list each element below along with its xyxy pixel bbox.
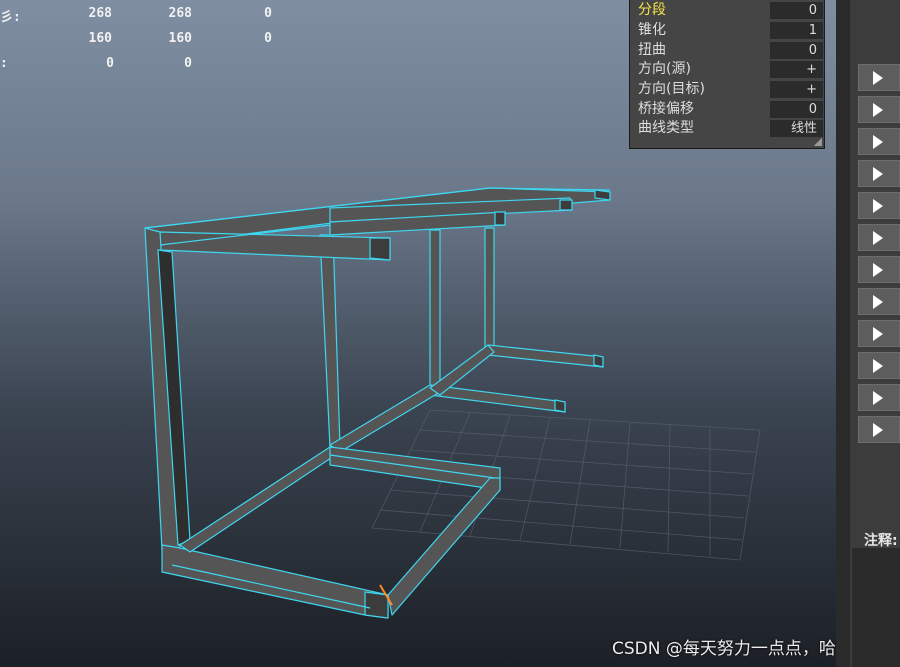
attr-row-taper: 锥化 1 — [634, 21, 823, 40]
attr-value-field[interactable]: 线性 — [770, 120, 823, 137]
attr-label: 扭曲 — [638, 42, 666, 58]
top-frame — [144, 187, 611, 261]
attr-label: 桥接偏移 — [638, 101, 694, 117]
expand-arrow-icon[interactable] — [858, 192, 900, 219]
attr-row-curve-type: 曲线类型 线性 — [634, 119, 823, 138]
expand-arrow-icon[interactable] — [858, 128, 900, 155]
hud-label: : — [0, 56, 8, 71]
attr-value-field[interactable]: + — [770, 81, 823, 98]
attr-label: 方向(源) — [638, 61, 691, 77]
bridge-attributes-panel: 分段 0 锥化 1 扭曲 0 方向(源) + 方向(目标) + 桥接偏移 0 曲… — [629, 0, 825, 149]
viewport-3d[interactable]: .f { fill:#555; stroke:#3fd6f0; stroke-w… — [0, 0, 836, 667]
attr-row-twist: 扭曲 0 — [634, 41, 823, 60]
attr-label: 锥化 — [638, 22, 666, 38]
back-bottom-rails — [329, 344, 604, 453]
attr-label: 分段 — [638, 2, 666, 18]
expand-arrow-icon[interactable] — [858, 288, 900, 315]
attr-label: 方向(目标) — [638, 81, 705, 97]
panel-divider[interactable] — [836, 0, 850, 667]
hud-row: 彡: 268 268 0 — [0, 6, 300, 25]
notes-label: 注释: — [864, 533, 898, 549]
ground-grid — [371, 409, 761, 561]
hud-row: 160 160 0 — [0, 31, 300, 49]
expand-arrow-icon[interactable] — [858, 96, 900, 123]
notes-textarea[interactable] — [852, 548, 900, 667]
attr-value-field[interactable]: 0 — [770, 2, 823, 19]
hud-value: 268 — [168, 6, 192, 21]
hud-value: 0 — [184, 56, 192, 71]
attr-value-field[interactable]: 0 — [770, 101, 823, 118]
right-sidebar: 注释: — [836, 0, 900, 667]
attr-row-bridge-offset: 桥接偏移 0 — [634, 100, 823, 119]
expand-arrow-icon[interactable] — [858, 224, 900, 251]
attr-value-field[interactable]: 1 — [770, 22, 823, 39]
hud-value: 0 — [264, 6, 272, 21]
watermark: CSDN @每天努力一点点，哈哈 — [612, 639, 836, 659]
hud-value: 160 — [168, 31, 192, 46]
front-bottom-frame — [161, 446, 501, 619]
expand-arrow-icon[interactable] — [858, 320, 900, 347]
hud-label: 彡: — [0, 10, 21, 25]
resize-grip-icon[interactable] — [814, 138, 822, 146]
expand-arrow-icon[interactable] — [858, 64, 900, 91]
expand-arrow-icon[interactable] — [858, 352, 900, 379]
hud-row: : 0 0 — [0, 56, 300, 74]
attr-row-divisions: 分段 0 — [634, 1, 823, 20]
front-left-leg — [144, 227, 191, 551]
expand-arrow-icon[interactable] — [858, 256, 900, 283]
back-legs — [319, 227, 495, 449]
attr-value-field[interactable]: + — [770, 61, 823, 78]
attr-row-direction-target: 方向(目标) + — [634, 80, 823, 99]
hud-value: 268 — [88, 6, 112, 21]
expand-arrow-icon[interactable] — [858, 384, 900, 411]
attr-row-direction-source: 方向(源) + — [634, 60, 823, 79]
expand-arrow-icon[interactable] — [858, 416, 900, 443]
hud-value: 0 — [264, 31, 272, 46]
hud-value: 160 — [88, 31, 112, 46]
expand-arrow-icon[interactable] — [858, 160, 900, 187]
attr-value-field[interactable]: 0 — [770, 42, 823, 59]
attr-label: 曲线类型 — [638, 120, 694, 136]
hud-value: 0 — [106, 56, 114, 71]
